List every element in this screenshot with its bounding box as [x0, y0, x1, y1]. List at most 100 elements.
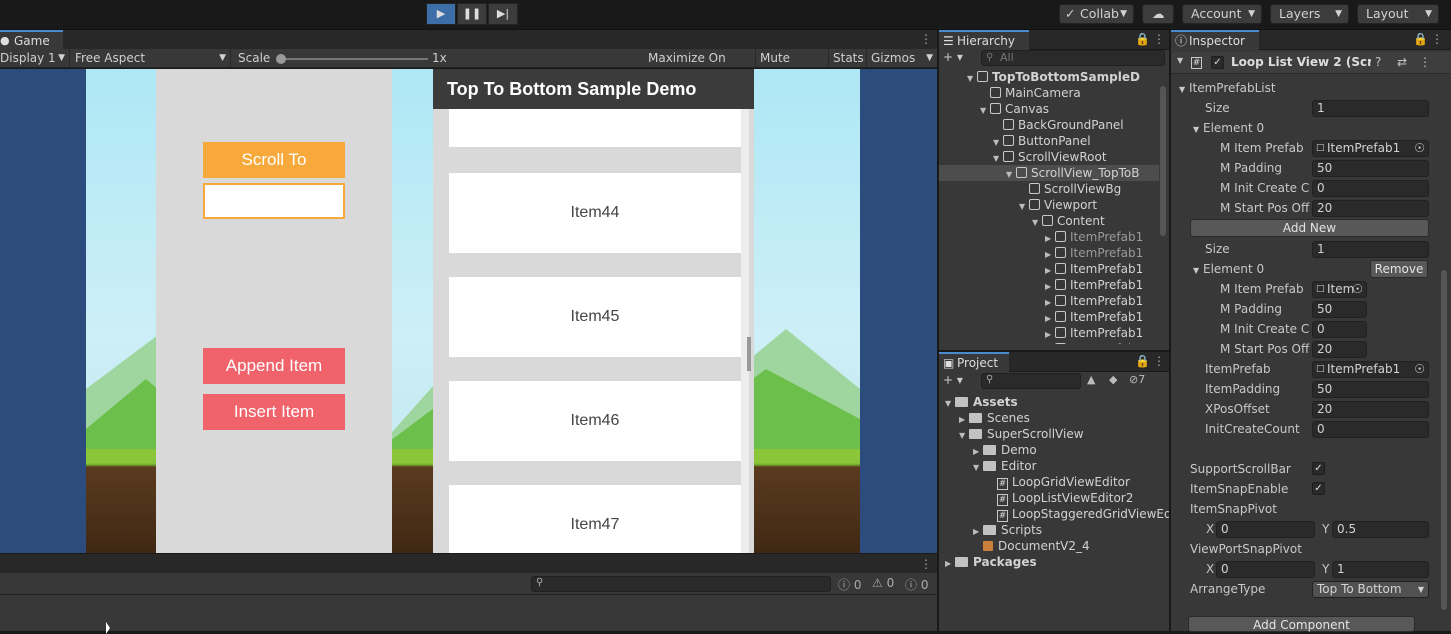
hierarchy-item[interactable]: ▼ ScrollView_TopToB [939, 165, 1159, 181]
game-viewport[interactable]: Scroll To Append Item Insert Item Item43… [0, 69, 937, 553]
hierarchy-item[interactable]: ▶ItemPrefab1 [939, 293, 1159, 309]
project-item[interactable]: ▼ SuperScrollView [939, 426, 1169, 442]
scale-slider-handle[interactable] [276, 54, 286, 64]
hierarchy-item[interactable]: ▶ItemPrefab1 [939, 245, 1159, 261]
object-picker-icon[interactable]: ☉ [1414, 362, 1425, 377]
remove-button[interactable]: Remove [1370, 260, 1428, 278]
tab-hierarchy[interactable]: ☰ Hierarchy [939, 30, 1029, 50]
hidden-packages-toggle[interactable]: ⊘7 [1129, 373, 1145, 386]
mute-toggle[interactable]: Mute Audio [756, 49, 829, 84]
hierarchy-item[interactable]: ▶ItemPrefab1 [939, 309, 1159, 325]
append-item-button[interactable]: Append Item [203, 348, 345, 384]
lock-icon[interactable]: 🔒 [1135, 33, 1150, 45]
project-item[interactable]: ▼ Editor [939, 458, 1169, 474]
list-item[interactable]: Item46 [449, 381, 741, 461]
size-field-2[interactable]: 1 [1312, 241, 1429, 258]
snap-y-field[interactable]: 0.5 [1332, 521, 1429, 538]
init-create-count-field[interactable]: 0 [1312, 421, 1429, 438]
xpos-offset-field[interactable]: 20 [1312, 401, 1429, 418]
hierarchy-item[interactable]: ▶ItemPrefab1 [939, 325, 1159, 341]
pause-button[interactable]: ❚❚ [457, 3, 487, 25]
display-dropdown[interactable]: Display 1 ▼ [0, 49, 70, 68]
project-item[interactable]: ▶ Packages [939, 554, 1169, 570]
scrollbar-handle[interactable] [1441, 270, 1447, 610]
more-icon[interactable]: ⋮ [1419, 55, 1431, 69]
element0-label[interactable]: ▼ Element 0 [1193, 119, 1293, 137]
object-picker-icon[interactable]: ☉ [1414, 141, 1425, 156]
m-init-create-field[interactable]: 0 [1312, 180, 1429, 197]
hierarchy-item[interactable]: ▼ Canvas [939, 101, 1159, 117]
label-icon[interactable]: ◆ [1109, 373, 1117, 386]
scrollbar-handle[interactable] [747, 337, 751, 371]
preset-icon[interactable]: ⇄ [1397, 55, 1407, 69]
project-item[interactable]: ▶#LoopListViewEditor2 [939, 490, 1169, 506]
hierarchy-search-input[interactable]: ⚲ All [981, 50, 1165, 66]
scale-slider-track[interactable] [278, 58, 428, 60]
step-button[interactable]: ▶| [488, 3, 518, 25]
error-count-toggle[interactable]: ⓘ 0 [905, 576, 935, 592]
create-add-button[interactable]: + ▾ [943, 373, 973, 389]
filter-type-icon[interactable]: ▲ [1087, 373, 1095, 386]
scroll-to-button[interactable]: Scroll To [203, 142, 345, 178]
maximize-toggle[interactable]: Maximize On Play [644, 49, 756, 84]
m-padding-field-2[interactable]: 50 [1312, 301, 1367, 318]
hierarchy-item[interactable]: ▶ItemPrefab1 [939, 261, 1159, 277]
m-item-prefab-field-2[interactable]: □ Item ☉ [1312, 281, 1367, 298]
scroll-to-input[interactable] [203, 183, 345, 219]
collab-button[interactable]: ✓ Collab ▼ [1059, 4, 1134, 24]
hierarchy-item[interactable]: ▶ItemPrefab1 [939, 341, 1159, 344]
hierarchy-item[interactable]: ▼ TopToBottomSampleD [939, 69, 1159, 85]
aspect-dropdown[interactable]: Free Aspect ▼ [71, 49, 231, 68]
item-prefab-list-label[interactable]: ▼ ItemPrefabList [1179, 79, 1329, 97]
m-item-prefab-field[interactable]: □ ItemPrefab1 ☉ [1312, 140, 1429, 157]
hierarchy-item[interactable]: ▶BackGroundPanel [939, 117, 1159, 133]
scroll-view[interactable]: Item43 Item44 Item45 Item46 Item47 Top T… [433, 69, 754, 553]
chevron-icon[interactable]: ▶ [1045, 343, 1055, 344]
project-item[interactable]: ▶ Demo [939, 442, 1169, 458]
component-enabled-checkbox[interactable]: ✓ [1211, 56, 1224, 69]
item-snap-enable-checkbox[interactable]: ✓ [1312, 482, 1325, 495]
cloud-button[interactable]: ☁ [1142, 4, 1174, 24]
m-padding-field[interactable]: 50 [1312, 160, 1429, 177]
help-icon[interactable]: ? [1375, 55, 1381, 69]
hierarchy-item[interactable]: ▼ Viewport [939, 197, 1159, 213]
project-item[interactable]: ▶ Scenes [939, 410, 1169, 426]
vp-y-field[interactable]: 1 [1332, 561, 1429, 578]
layout-dropdown[interactable]: Layout ▼ [1357, 4, 1439, 24]
hierarchy-item[interactable]: ▼ ScrollViewRoot [939, 149, 1159, 165]
component-header[interactable]: ▼ # ✓ Loop List View 2 (Script ? ⇄ ⋮ [1171, 52, 1451, 74]
create-add-button[interactable]: + ▾ [943, 50, 973, 66]
list-item[interactable]: Item45 [449, 277, 741, 357]
tab-game[interactable]: ● Game [0, 30, 63, 50]
tab-inspector[interactable]: ⓘ Inspector [1171, 30, 1259, 50]
project-item[interactable]: ▶#LoopStaggeredGridViewEdi [939, 506, 1169, 522]
info-count-toggle[interactable]: ⓘ 0 [838, 576, 866, 592]
stats-toggle[interactable]: Stats [829, 49, 867, 68]
vp-x-field[interactable]: 0 [1216, 561, 1315, 578]
insert-item-button[interactable]: Insert Item [203, 394, 345, 430]
m-start-pos-field[interactable]: 20 [1312, 200, 1429, 217]
add-component-button[interactable]: Add Component [1188, 616, 1415, 632]
more-icon[interactable]: ⋮ [1153, 355, 1165, 367]
project-item[interactable]: ▼ Assets [939, 394, 1169, 410]
project-search-input[interactable]: ⚲ [981, 373, 1081, 389]
more-icon[interactable]: ⋮ [1153, 33, 1165, 45]
arrange-type-dropdown[interactable]: Top To Bottom ▼ [1312, 581, 1429, 598]
play-button[interactable]: ▶ [426, 3, 456, 25]
project-item[interactable]: ▶DocumentV2_4 [939, 538, 1169, 554]
hierarchy-item[interactable]: ▶ScrollViewBg [939, 181, 1159, 197]
size-field[interactable]: 1 [1312, 100, 1429, 117]
hierarchy-item[interactable]: ▶MainCamera [939, 85, 1159, 101]
lock-icon[interactable]: 🔒 [1135, 355, 1150, 367]
console-search-input[interactable]: ⚲ [531, 576, 831, 592]
project-item[interactable]: ▶ Scripts [939, 522, 1169, 538]
add-new-button[interactable]: Add New [1190, 219, 1429, 237]
support-scrollbar-checkbox[interactable]: ✓ [1312, 462, 1325, 475]
m-start-pos-field-2[interactable]: 20 [1312, 341, 1367, 358]
hierarchy-item[interactable]: ▶ItemPrefab1 [939, 229, 1159, 245]
more-icon[interactable]: ⋮ [1431, 33, 1443, 45]
m-init-create-field-2[interactable]: 0 [1312, 321, 1367, 338]
gizmos-dropdown[interactable]: Gizmos ▼ [867, 49, 937, 68]
scrollbar-track[interactable] [741, 109, 749, 553]
scrollbar-handle[interactable] [1160, 86, 1166, 236]
